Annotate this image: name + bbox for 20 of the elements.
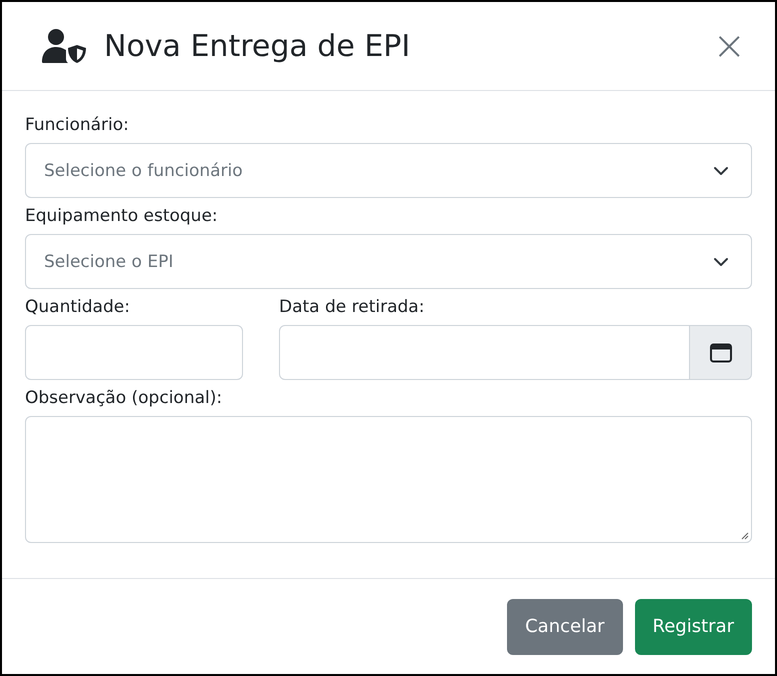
field-label: Data de retirada: (279, 296, 426, 319)
select-field[interactable]: Selecione o EPI (25, 234, 752, 289)
dialog-title: Nova Entrega de EPI (104, 28, 412, 64)
chevron-down-icon (713, 166, 729, 176)
calendar-icon (710, 342, 732, 362)
field-label: Funcionário: (25, 114, 130, 137)
date-field[interactable] (279, 325, 690, 380)
chevron-down-icon (713, 256, 729, 266)
field-label: Equipamento estoque: (25, 205, 219, 228)
resize-grip-icon (741, 532, 749, 540)
field-label: Observação (opcional): (25, 387, 224, 410)
select-field[interactable]: Selecione o funcionário (25, 143, 752, 198)
field-label: Quantidade: (25, 296, 131, 319)
register-button[interactable]: Registrar (634, 598, 752, 654)
cancel-button[interactable]: Cancelar (507, 598, 623, 654)
user-shield-icon (42, 28, 88, 64)
close-button[interactable]: × (708, 26, 750, 66)
calendar-button[interactable] (690, 325, 752, 380)
input-field[interactable] (25, 325, 243, 380)
textarea-field[interactable] (25, 416, 752, 543)
